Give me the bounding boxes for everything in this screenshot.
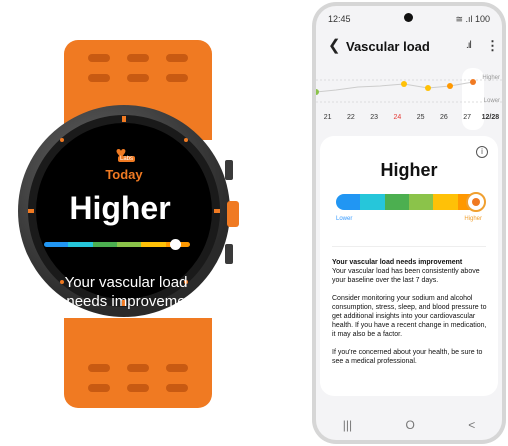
card-paragraph: If you're concerned about your health, b… xyxy=(332,349,483,365)
band-hole xyxy=(127,74,149,82)
phone-level-indicator xyxy=(466,192,486,212)
day-labels: 21 22 23 24 25 26 27 12/28 xyxy=(316,114,502,126)
day-label[interactable]: 12/28 xyxy=(479,114,502,121)
status-icons: ≅ .ıl 100 xyxy=(455,14,490,24)
scale-segment xyxy=(408,194,434,210)
watch-side-button[interactable] xyxy=(225,244,233,264)
watch-message: Your vascular load needs improveme xyxy=(64,274,188,310)
home-button[interactable]: O xyxy=(405,418,414,432)
card-body: Your vascular load needs improvement You… xyxy=(332,258,490,366)
chevron-left-icon[interactable]: ❮ xyxy=(328,36,341,54)
phone-level-scale xyxy=(336,194,482,210)
watch-band-bottom xyxy=(64,318,212,408)
trend-point xyxy=(447,83,453,89)
scale-min-label: Lower xyxy=(336,216,353,222)
recent-apps-button[interactable]: ||| xyxy=(343,418,352,432)
day-label[interactable]: 26 xyxy=(432,114,455,121)
info-icon[interactable]: i xyxy=(476,146,488,158)
status-time: 12:45 xyxy=(328,14,351,24)
day-label[interactable]: 27 xyxy=(456,114,479,121)
front-camera xyxy=(404,13,413,22)
scale-segment xyxy=(360,194,385,210)
card-paragraph: Your vascular load has been consistently… xyxy=(332,268,480,284)
app-header: ❮ Vascular load .ıl ⋮ xyxy=(316,32,502,62)
back-button[interactable]: < xyxy=(468,418,475,432)
status-bar: 12:45 ≅ .ıl 100 xyxy=(316,6,502,30)
chart-label-higher: Higher xyxy=(482,75,500,81)
trend-point xyxy=(316,89,319,95)
scale-segment xyxy=(433,194,458,210)
scale-segment xyxy=(116,242,142,247)
day-label[interactable]: 22 xyxy=(339,114,362,121)
more-vertical-icon[interactable]: ⋮ xyxy=(486,38,499,54)
card-level: Higher xyxy=(380,160,438,180)
band-hole xyxy=(166,54,188,62)
scale-max-label: Higher xyxy=(464,216,482,222)
labs-tag: Labs xyxy=(118,156,136,162)
trend-point xyxy=(470,79,476,85)
smartwatch: ♥ Labs Today Higher Your vascular load n… xyxy=(0,0,290,446)
band-hole xyxy=(88,384,110,392)
phone: 12:45 ≅ .ıl 100 ❮ Vascular load .ıl ⋮ Hi xyxy=(312,2,506,444)
scale-segment xyxy=(92,242,117,247)
page-title: Vascular load xyxy=(346,39,430,54)
watch-level-scale xyxy=(44,242,190,247)
scale-segment xyxy=(44,242,69,247)
band-hole xyxy=(88,54,110,62)
chart-label-lower: Lower xyxy=(483,98,500,104)
divider xyxy=(332,246,486,247)
band-hole xyxy=(88,74,110,82)
band-hole xyxy=(127,54,149,62)
watch-period: Today xyxy=(105,167,143,182)
bar-chart-icon[interactable]: .ıl xyxy=(466,40,472,51)
bezel-tick xyxy=(60,138,64,142)
day-label[interactable]: 25 xyxy=(409,114,432,121)
vascular-load-card: i Higher Lower Higher Your vascular load… xyxy=(320,136,498,396)
scale-segment xyxy=(384,194,409,210)
band-hole xyxy=(166,384,188,392)
band-hole xyxy=(166,74,188,82)
trend-chart: Higher Lower 21 22 23 24 25 26 27 12/28 xyxy=(316,68,502,130)
card-heading: Your vascular load needs improvement xyxy=(332,259,463,266)
day-label[interactable]: 23 xyxy=(363,114,386,121)
band-hole xyxy=(127,384,149,392)
scale-segment xyxy=(141,242,166,247)
card-paragraph: Consider monitoring your sodium and alco… xyxy=(332,295,487,338)
band-hole xyxy=(166,364,188,372)
scale-segment xyxy=(336,194,361,210)
navigation-bar: ||| O < xyxy=(316,410,502,440)
bezel-tick xyxy=(122,116,126,122)
bezel-tick xyxy=(184,138,188,142)
trend-point xyxy=(401,81,407,87)
band-hole xyxy=(88,364,110,372)
day-label[interactable]: 21 xyxy=(316,114,339,121)
day-label[interactable]: 24 xyxy=(386,114,409,121)
watch-level: Higher xyxy=(69,190,171,226)
band-hole xyxy=(127,364,149,372)
scale-segment xyxy=(68,242,93,247)
trend-point xyxy=(425,85,431,91)
phone-screen: 12:45 ≅ .ıl 100 ❮ Vascular load .ıl ⋮ Hi xyxy=(316,6,502,440)
